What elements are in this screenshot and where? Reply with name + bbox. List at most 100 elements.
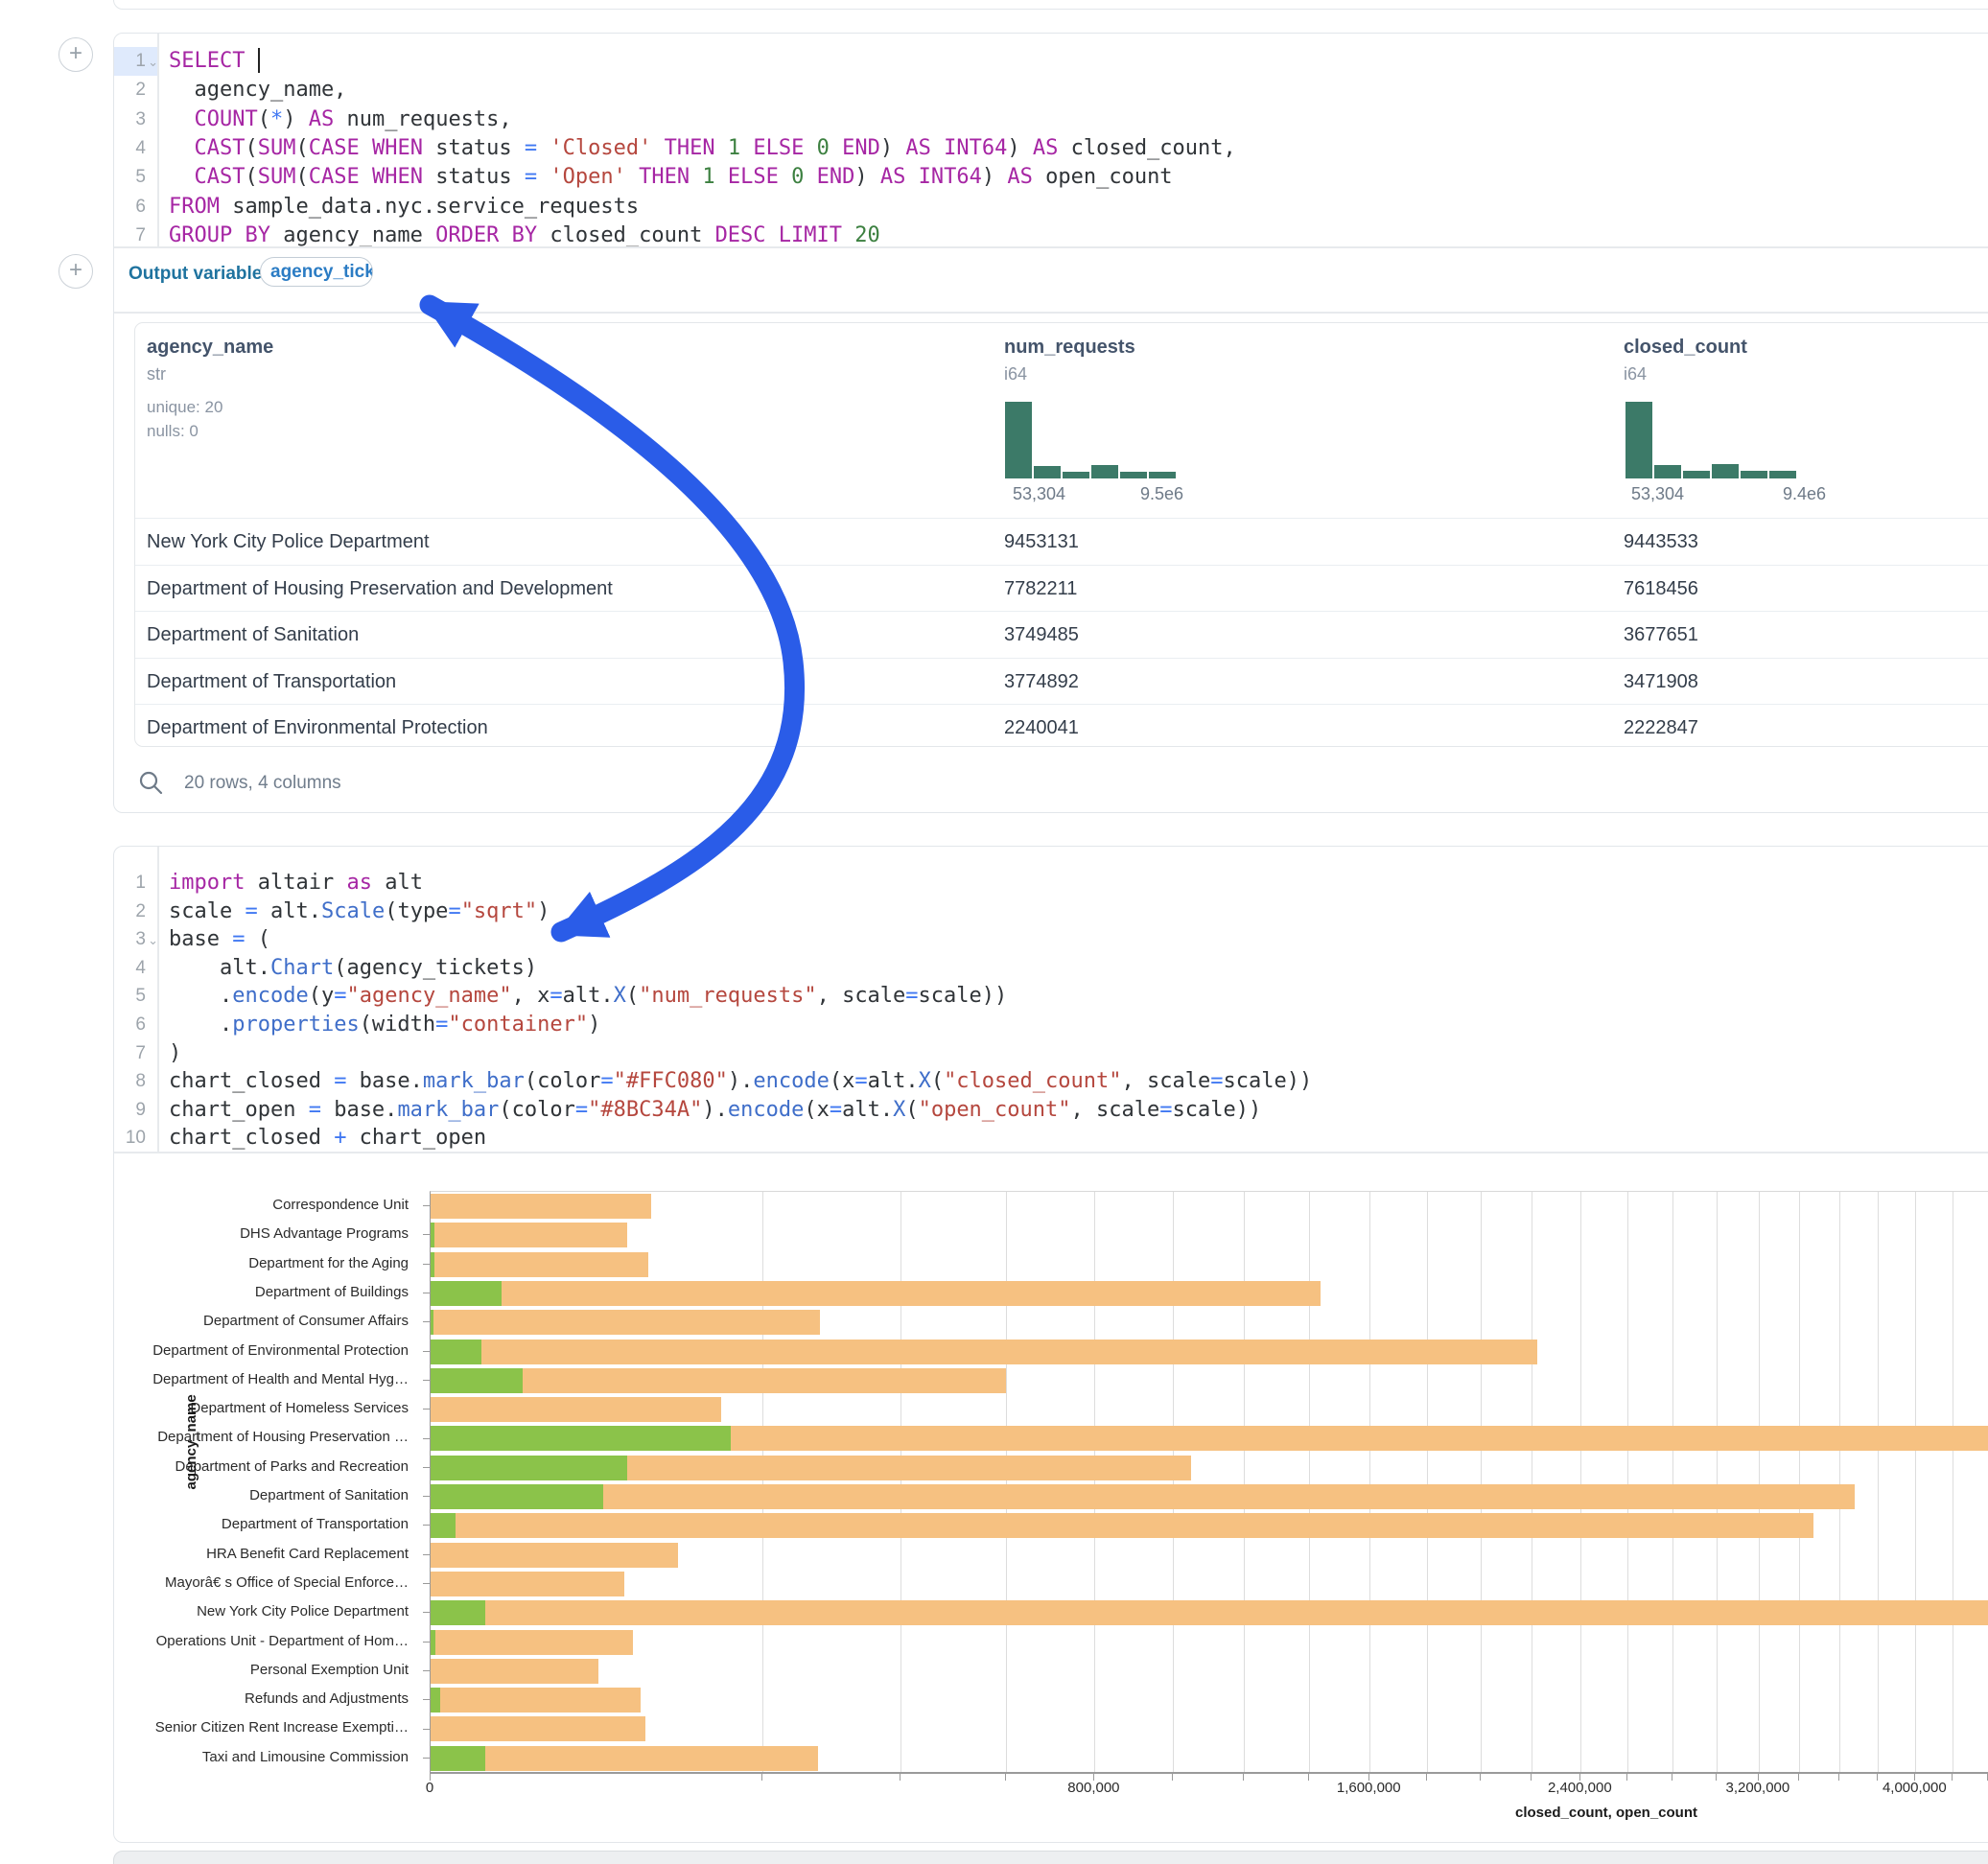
histogram-bar <box>1091 465 1118 478</box>
table-row[interactable]: Department of Environmental Protection22… <box>135 704 1988 747</box>
search-icon[interactable] <box>136 768 165 797</box>
y-axis-label: Correspondence Unit <box>0 1191 409 1220</box>
y-axis-label: HRA Benefit Card Replacement <box>0 1540 409 1569</box>
histogram-bar <box>1149 472 1176 478</box>
x-tick <box>1480 1774 1481 1781</box>
line-number: 5 <box>114 982 157 1011</box>
code-line[interactable]: 2 agency_name, <box>114 76 1988 105</box>
bar-closed_count <box>431 1600 1988 1625</box>
line-number: 3⌄ <box>114 925 157 954</box>
chart-row <box>431 1482 1988 1511</box>
bar-open_count <box>431 1600 485 1625</box>
x-tick <box>761 1774 762 1781</box>
y-tick <box>423 1321 430 1322</box>
bar-closed_count <box>431 1746 818 1771</box>
code-line[interactable]: 1⌄SELECT <box>114 47 1988 76</box>
line-number: 4 <box>114 954 157 983</box>
code-text: base = ( <box>169 925 270 954</box>
y-tick <box>423 1438 430 1439</box>
code-line[interactable]: 6 .properties(width="container") <box>114 1011 1988 1039</box>
code-line[interactable]: 2scale = alt.Scale(type="sqrt") <box>114 897 1988 926</box>
x-tick <box>1716 1774 1717 1781</box>
x-tick <box>1838 1774 1839 1781</box>
histogram-bar <box>1683 471 1710 478</box>
chart-row <box>431 1424 1988 1453</box>
chart-row <box>431 1541 1988 1570</box>
column-header-closed-count[interactable]: closed_count i64 <box>1624 337 1747 384</box>
code-line[interactable]: 5 CAST(SUM(CASE WHEN status = 'Open' THE… <box>114 163 1988 192</box>
line-number: 6 <box>114 1011 157 1039</box>
code-text: COUNT(*) AS num_requests, <box>169 105 512 134</box>
x-axis-label: 1,600,000 <box>1337 1780 1401 1796</box>
chart-row <box>431 1628 1988 1657</box>
y-axis-label: Personal Exemption Unit <box>0 1656 409 1685</box>
bar-open_count <box>431 1281 502 1306</box>
line-number: 3 <box>114 105 157 134</box>
cell-num_requests: 2240041 <box>1004 717 1079 739</box>
code-line[interactable]: 4 CAST(SUM(CASE WHEN status = 'Closed' T… <box>114 134 1988 163</box>
line-number: 2 <box>114 897 157 926</box>
y-tick <box>423 1467 430 1468</box>
bar-open_count <box>431 1513 456 1538</box>
y-axis-label: DHS Advantage Programs <box>0 1220 409 1248</box>
chart-row <box>431 1308 1988 1337</box>
column-header-num-requests[interactable]: num_requests i64 <box>1004 337 1135 384</box>
bar-open_count <box>431 1630 435 1655</box>
code-line[interactable]: 1import altair as alt <box>114 869 1988 897</box>
histogram-bar <box>1769 471 1796 478</box>
histogram-bar <box>1712 464 1739 478</box>
code-line[interactable]: 8chart_closed = base.mark_bar(color="#FF… <box>114 1067 1988 1096</box>
hist-min-label: 53,304 <box>1013 484 1065 504</box>
table-row[interactable]: Department of Housing Preservation and D… <box>135 565 1988 613</box>
chart-row <box>431 1454 1988 1482</box>
line-number: 6 <box>114 193 157 221</box>
hist-max-label: 9.4e6 <box>1783 484 1826 504</box>
y-tick <box>423 1729 430 1730</box>
code-line[interactable]: 3⌄ base = ( <box>114 925 1988 954</box>
table-row[interactable]: Department of Sanitation37494853677651 <box>135 611 1988 659</box>
code-line[interactable]: 4 alt.Chart(agency_tickets) <box>114 954 1988 983</box>
hist-min-label: 53,304 <box>1631 484 1684 504</box>
code-line[interactable]: 3 COUNT(*) AS num_requests, <box>114 105 1988 134</box>
fold-chevron-icon[interactable]: ⌄ <box>148 926 158 955</box>
x-tick <box>1626 1774 1627 1781</box>
code-line[interactable]: 9chart_open = base.mark_bar(color="#8BC3… <box>114 1096 1988 1125</box>
y-tick <box>423 1699 430 1700</box>
line-number: 4 <box>114 134 157 163</box>
python-code-editor[interactable]: 1import altair as alt2scale = alt.Scale(… <box>114 847 1988 1152</box>
sql-code-editor[interactable]: 1⌄SELECT 2 agency_name,3 COUNT(*) AS num… <box>114 34 1988 246</box>
bar-closed_count <box>431 1716 645 1741</box>
code-text: chart_closed + chart_open <box>169 1124 486 1153</box>
bar-closed_count <box>431 1340 1537 1364</box>
histogram-bar <box>1063 472 1089 478</box>
chart-plot-area <box>430 1191 1988 1773</box>
chart-row <box>431 1570 1988 1598</box>
x-tick <box>1308 1774 1309 1781</box>
cell-num_requests: 9453131 <box>1004 531 1079 553</box>
output-variable-input[interactable]: agency_tickets <box>260 257 373 287</box>
add-cell-button-top[interactable]: + <box>58 37 93 72</box>
code-text: import altair as alt <box>169 869 423 897</box>
x-tick <box>1798 1774 1799 1781</box>
x-axis-label: 4,000,000 <box>1883 1780 1947 1796</box>
chart-row <box>431 1744 1988 1773</box>
code-line[interactable]: 6FROM sample_data.nyc.service_requests <box>114 193 1988 221</box>
bar-open_count <box>431 1223 434 1247</box>
bar-closed_count <box>431 1397 721 1422</box>
x-tick <box>1877 1774 1878 1781</box>
table-row[interactable]: New York City Police Department945313194… <box>135 518 1988 566</box>
code-line[interactable]: 10chart_closed + chart_open <box>114 1124 1988 1153</box>
bar-open_count <box>431 1746 485 1771</box>
code-line[interactable]: 5 .encode(y="agency_name", x=alt.X("num_… <box>114 982 1988 1011</box>
table-row[interactable]: Department of Transportation377489234719… <box>135 658 1988 706</box>
chart-row <box>431 1714 1988 1743</box>
bar-open_count <box>431 1426 731 1451</box>
column-header-agency-name[interactable]: agency_name str unique: 20 nulls: 0 <box>147 337 273 441</box>
cell-num_requests: 7782211 <box>1004 578 1077 600</box>
fold-chevron-icon[interactable]: ⌄ <box>148 48 158 77</box>
add-cell-button-output[interactable]: + <box>58 254 93 289</box>
y-axis-label: Taxi and Limousine Commission <box>0 1743 409 1772</box>
y-tick <box>423 1642 430 1643</box>
code-line[interactable]: 7) <box>114 1039 1988 1068</box>
x-axis-label: 800,000 <box>1067 1780 1119 1796</box>
